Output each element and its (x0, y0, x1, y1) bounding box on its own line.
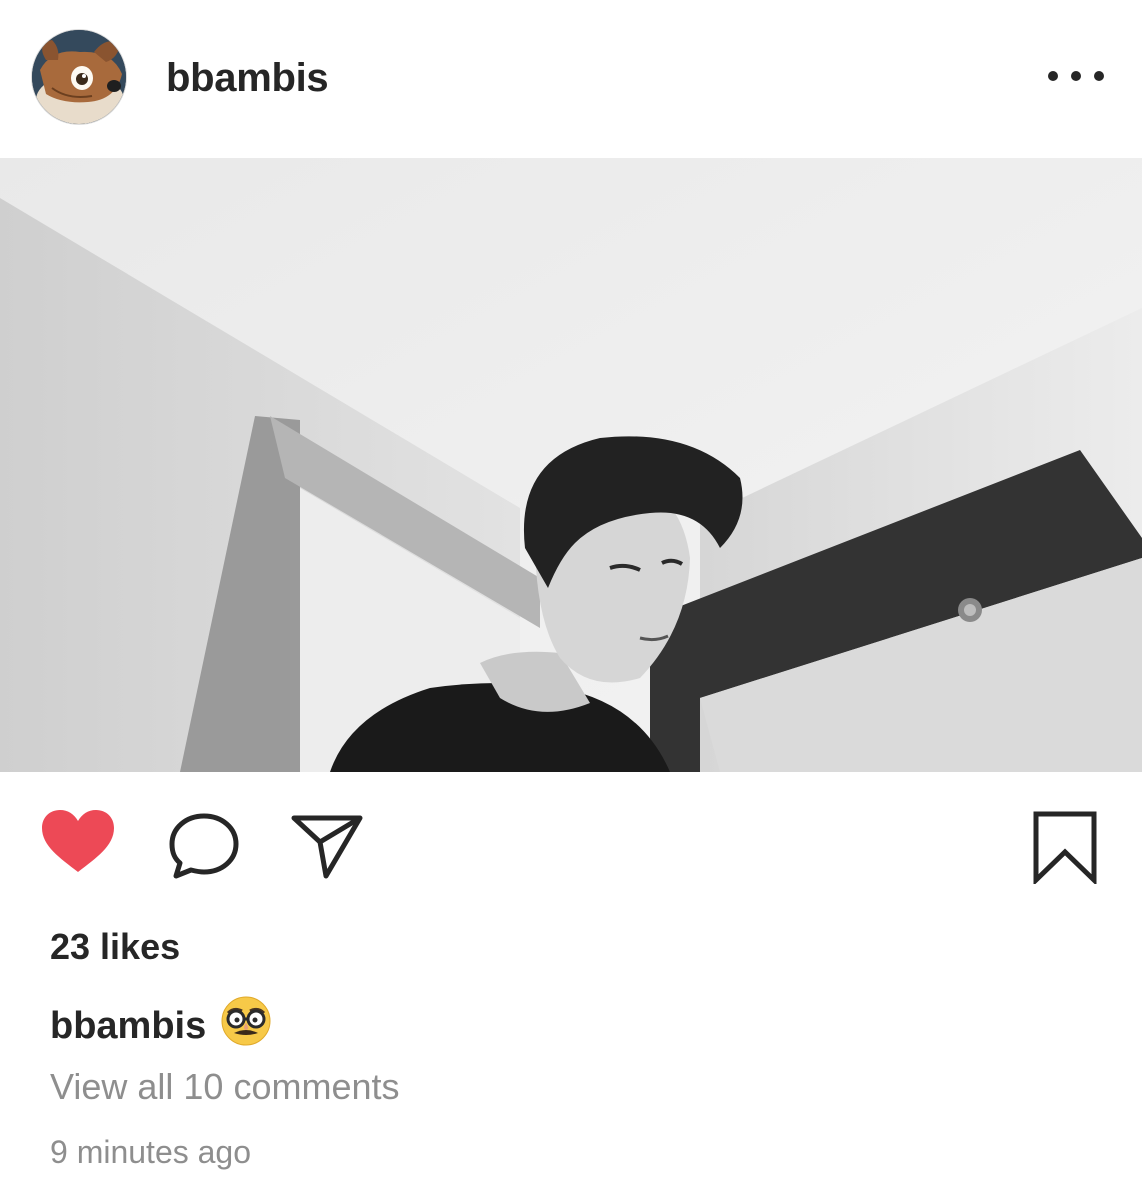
caption-username[interactable]: bbambis (50, 1005, 206, 1048)
view-all-comments-link[interactable]: View all 10 comments (50, 1066, 400, 1108)
deer-avatar-icon (32, 30, 126, 124)
paper-plane-icon[interactable] (290, 812, 364, 880)
likes-count[interactable]: 23 likes (50, 926, 180, 968)
dot (1048, 71, 1058, 81)
post-timestamp: 9 minutes ago (50, 1134, 252, 1170)
heart-filled-icon[interactable] (40, 808, 116, 874)
bookmark-icon[interactable] (1032, 810, 1098, 884)
post-photo[interactable] (0, 158, 1142, 772)
dot (1071, 71, 1081, 81)
dot (1094, 71, 1104, 81)
disguised-face-emoji (220, 995, 272, 1057)
username[interactable]: bbambis (166, 56, 329, 101)
post-header: bbambis (0, 0, 1142, 158)
more-options-icon[interactable] (1048, 64, 1104, 88)
post-actions (0, 772, 1142, 912)
photo-illustration (0, 158, 1142, 772)
avatar[interactable] (31, 29, 127, 125)
caption: bbambis (50, 995, 272, 1057)
comment-bubble-icon[interactable] (168, 812, 240, 880)
